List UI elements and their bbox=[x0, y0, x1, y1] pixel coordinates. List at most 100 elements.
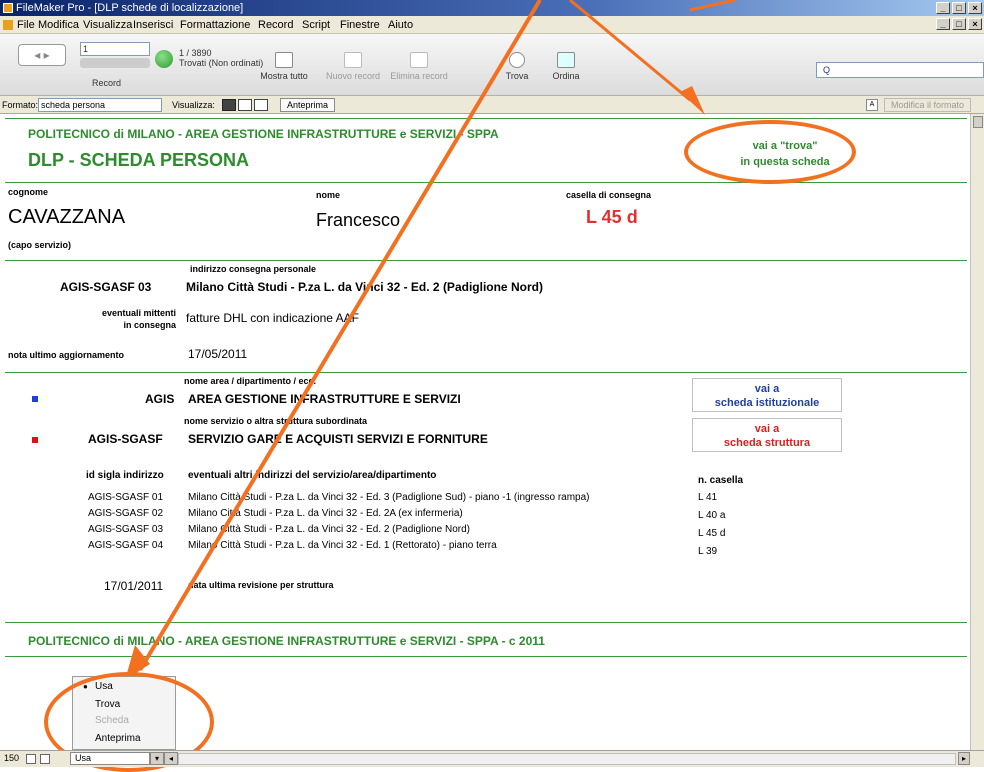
show-all-icon bbox=[275, 52, 293, 68]
window-title: FileMaker Pro - [DLP schede di localizza… bbox=[16, 2, 244, 14]
senders-field[interactable]: fatture DHL con indicazione AAF bbox=[186, 311, 359, 325]
service-code: AGIS-SGASF bbox=[88, 432, 163, 446]
mode-select[interactable]: Usa bbox=[70, 752, 150, 765]
area-color-marker bbox=[32, 396, 38, 402]
zoom-in-icon[interactable] bbox=[40, 754, 50, 764]
menu-bar: File Modifica Visualizza Inserisci Forma… bbox=[0, 16, 984, 34]
institutional-link-button[interactable]: vai a scheda istituzionale bbox=[692, 378, 842, 412]
mailbox-field[interactable]: L 45 d bbox=[586, 207, 638, 228]
revision-date-field[interactable]: 17/01/2011 bbox=[104, 579, 163, 593]
chevron-right-icon[interactable]: ▸ bbox=[958, 752, 970, 765]
menu-script[interactable]: Script bbox=[302, 16, 330, 34]
service-label: nome servizio o altra struttura subordin… bbox=[184, 416, 368, 426]
show-all-button[interactable]: Mostra tutto bbox=[254, 52, 314, 81]
col-id-header: id sigla indirizzo bbox=[86, 470, 164, 481]
delete-record-button[interactable]: Elimina record bbox=[388, 52, 450, 81]
document-icon bbox=[3, 20, 13, 30]
vertical-scrollbar[interactable] bbox=[970, 114, 984, 750]
structure-link-line2: scheda struttura bbox=[723, 437, 811, 449]
title-bar: FileMaker Pro - [DLP schede di localizza… bbox=[0, 0, 984, 16]
edit-layout-button[interactable]: Modifica il formato bbox=[884, 98, 972, 112]
sort-label: Ordina bbox=[552, 71, 580, 81]
senders-label-2: in consegna bbox=[123, 320, 176, 330]
menu-formattazione[interactable]: Formattazione bbox=[180, 16, 250, 34]
zoom-out-icon[interactable] bbox=[26, 754, 36, 764]
name-label: nome bbox=[316, 190, 341, 200]
close-button[interactable]: × bbox=[968, 2, 982, 14]
row-address: Milano Città Studi - P.za L. da Vinci 32… bbox=[188, 508, 463, 519]
table-view-icon[interactable] bbox=[254, 99, 268, 111]
menu-record[interactable]: Record bbox=[258, 16, 293, 34]
scroll-up-button[interactable] bbox=[972, 116, 983, 128]
show-all-label: Mostra tutto bbox=[260, 71, 308, 81]
sort-icon bbox=[557, 52, 575, 68]
institutional-link-line2: scheda istituzionale bbox=[714, 397, 820, 409]
record-slider[interactable] bbox=[80, 58, 150, 68]
page-title: DLP - SCHEDA PERSONA bbox=[28, 150, 250, 170]
senders-label-1: eventuali mittenti bbox=[101, 308, 176, 318]
list-view-icon[interactable] bbox=[238, 99, 252, 111]
form-view-icon[interactable] bbox=[222, 99, 236, 111]
horizontal-scrollbar[interactable] bbox=[178, 753, 956, 765]
menu-inserisci[interactable]: Inserisci bbox=[133, 16, 173, 34]
menu-finestre[interactable]: Finestre bbox=[340, 16, 380, 34]
row-box: L 45 d bbox=[698, 528, 726, 539]
menu-modifica[interactable]: Modifica bbox=[38, 16, 79, 34]
row-id: AGIS-SGASF 01 bbox=[88, 492, 164, 503]
col-addr-header: eventuali altri indirizzi del servizio/a… bbox=[188, 470, 437, 481]
chevron-left-icon[interactable]: ◂ bbox=[164, 752, 178, 765]
status-toolbar: ◂ ▸ 1 Record 1 / 3890 Trovati (Non ordin… bbox=[0, 34, 984, 96]
delete-record-icon bbox=[410, 52, 428, 68]
mailbox-label: casella di consegna bbox=[566, 190, 652, 200]
footer-text: POLITECNICO di MILANO - AREA GESTIONE IN… bbox=[28, 634, 545, 648]
zoom-level[interactable]: 150 bbox=[4, 751, 19, 766]
new-record-button[interactable]: Nuovo record bbox=[322, 52, 384, 81]
area-name: AREA GESTIONE INFRASTRUTTURE E SERVIZI bbox=[188, 392, 461, 406]
menu-aiuto[interactable]: Aiuto bbox=[388, 16, 413, 34]
row-address: Milano Città Studi - P.za L. da Vinci 32… bbox=[188, 524, 471, 535]
last-update-label: nota ultimo aggiornamento bbox=[8, 350, 124, 360]
view-label: Visualizza: bbox=[172, 100, 215, 110]
structure-link-button[interactable]: vai a scheda struttura bbox=[692, 418, 842, 452]
magnifier-icon bbox=[509, 52, 525, 68]
row-box: L 41 bbox=[698, 492, 718, 503]
row-box: L 39 bbox=[698, 546, 718, 557]
status-bar: 150 Usa ▾ ◂ ▸ bbox=[0, 750, 984, 767]
structure-link-line1: vai a bbox=[754, 423, 780, 435]
find-button[interactable]: Trova bbox=[500, 52, 534, 81]
address-field[interactable]: Milano Città Studi - P.za L. da Vinci 32… bbox=[186, 280, 543, 294]
minimize-button[interactable]: _ bbox=[936, 2, 950, 14]
doc-close-button[interactable]: × bbox=[968, 18, 982, 30]
preview-button[interactable]: Anteprima bbox=[280, 98, 336, 112]
area-code: AGIS bbox=[145, 392, 175, 406]
surname-field[interactable]: CAVAZZANA bbox=[8, 206, 125, 229]
doc-minimize-button[interactable]: _ bbox=[936, 18, 950, 30]
doc-maximize-button[interactable]: □ bbox=[952, 18, 966, 30]
sort-button[interactable]: Ordina bbox=[546, 52, 586, 81]
address-code: AGIS-SGASF 03 bbox=[60, 280, 152, 294]
last-update-field[interactable]: 17/05/2011 bbox=[188, 347, 247, 361]
pie-chart-icon bbox=[155, 50, 173, 68]
maximize-button[interactable]: □ bbox=[952, 2, 966, 14]
book-navigator-icon[interactable]: ◂ ▸ bbox=[18, 44, 66, 66]
table-row: AGIS-SGASF 04 Milano Città Studi - P.za … bbox=[0, 540, 970, 558]
chevron-down-icon[interactable]: ▾ bbox=[150, 752, 164, 765]
record-label: Record bbox=[92, 78, 122, 88]
institutional-link-line1: vai a bbox=[754, 383, 780, 395]
record-content: POLITECNICO di MILANO - AREA GESTIONE IN… bbox=[0, 114, 970, 750]
header-org: POLITECNICO di MILANO - AREA GESTIONE IN… bbox=[28, 127, 499, 141]
delete-record-label: Elimina record bbox=[390, 71, 448, 81]
new-record-label: Nuovo record bbox=[325, 71, 381, 81]
row-address: Milano Città Studi - P.za L. da Vinci 32… bbox=[188, 540, 497, 551]
quick-find-input[interactable]: Q bbox=[816, 62, 984, 78]
found-status: Trovati (Non ordinati) bbox=[179, 58, 264, 68]
menu-file[interactable]: File bbox=[17, 16, 35, 34]
menu-visualizza[interactable]: Visualizza bbox=[83, 16, 132, 34]
font-size-icon[interactable]: A bbox=[866, 99, 878, 111]
name-field[interactable]: Francesco bbox=[316, 210, 400, 231]
service-color-marker bbox=[32, 437, 38, 443]
format-label: Formato: bbox=[2, 100, 39, 110]
role-text: (capo servizio) bbox=[8, 240, 72, 250]
layout-select[interactable]: scheda persona bbox=[38, 98, 162, 112]
record-number-input[interactable]: 1 bbox=[80, 42, 150, 56]
